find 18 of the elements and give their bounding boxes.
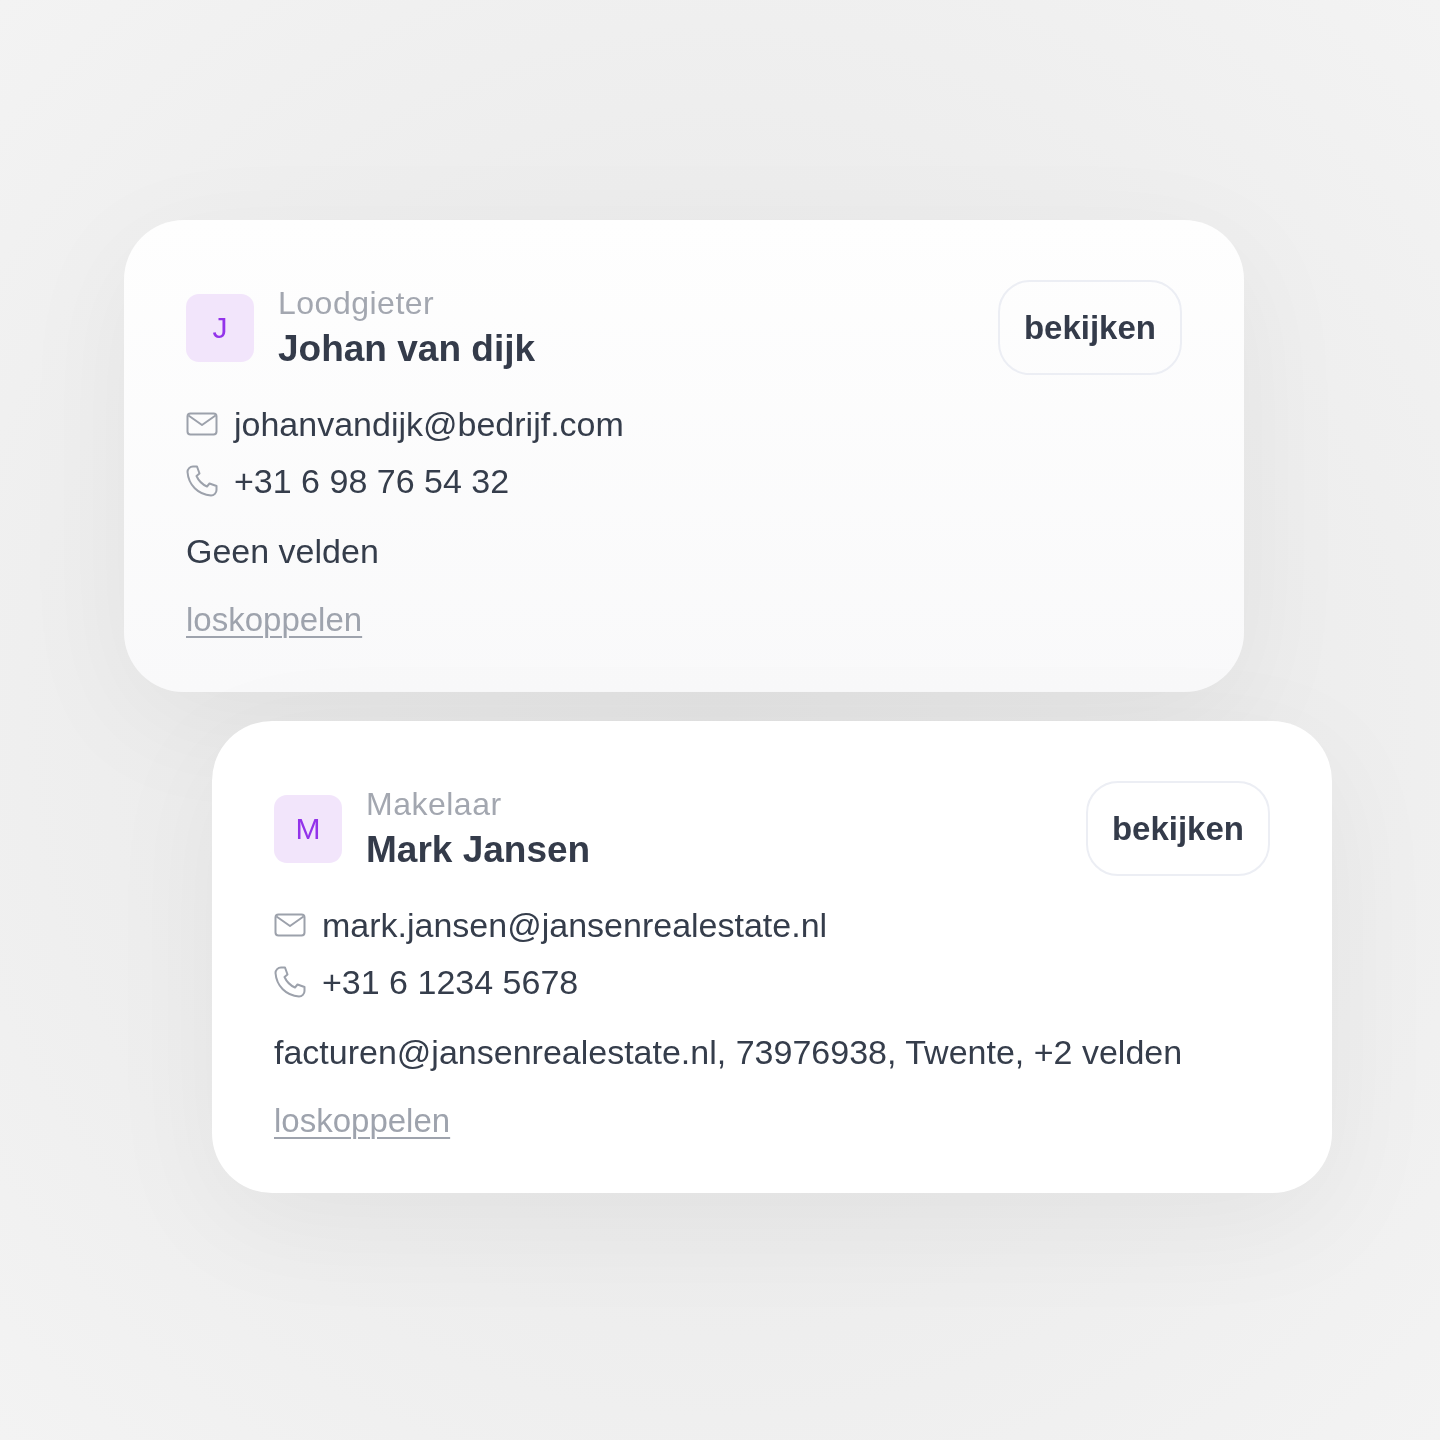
contact-name: Mark Jansen	[366, 828, 591, 871]
phone-text: +31 6 98 76 54 32	[234, 461, 510, 501]
phone-icon	[186, 465, 218, 497]
fields-summary: facturen@jansenrealestate.nl, 73976938, Twente, +2 velden	[274, 1032, 1184, 1072]
view-button[interactable]: bekijken	[997, 280, 1182, 375]
contact-role: Loodgieter	[278, 285, 436, 321]
phone-text: +31 6 1234 5678	[322, 962, 579, 1002]
fields-summary: Geen velden	[186, 531, 380, 571]
contact-role: Makelaar	[366, 786, 503, 822]
envelope-icon	[274, 913, 306, 937]
email-text: mark.jansen@jansenrealestate.nl	[322, 905, 828, 945]
phone-icon	[274, 966, 306, 998]
email-text: johanvandijk@bedrijf.com	[234, 404, 624, 444]
avatar-initial: J	[186, 293, 254, 362]
envelope-icon	[186, 412, 218, 436]
view-button[interactable]: bekijken	[1085, 781, 1270, 876]
avatar-initial: M	[274, 794, 342, 863]
contact-name: Johan van dijk	[278, 327, 535, 370]
